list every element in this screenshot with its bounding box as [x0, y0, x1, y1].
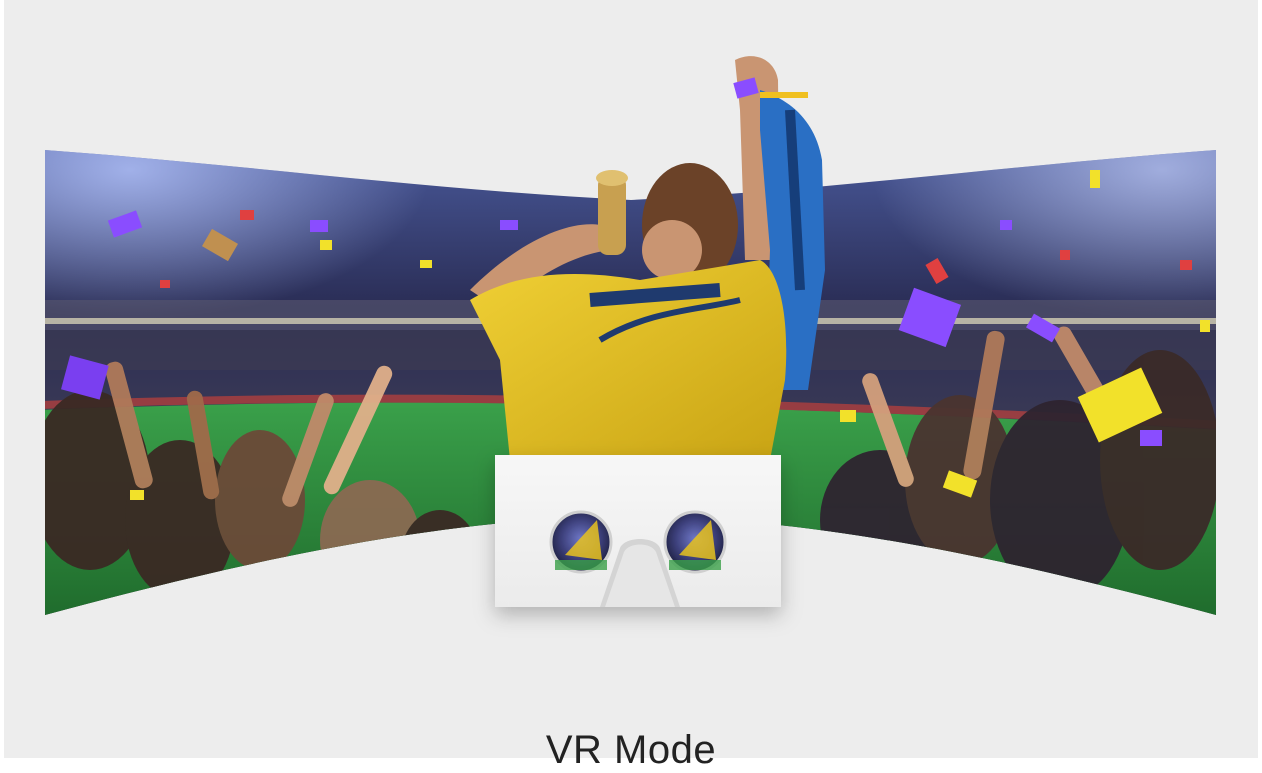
- fan-figure: [470, 56, 825, 460]
- vr-cardboard-headset-icon: [495, 455, 781, 607]
- vr-illustration: [45, 56, 1216, 615]
- mode-title: VR Mode: [545, 728, 717, 772]
